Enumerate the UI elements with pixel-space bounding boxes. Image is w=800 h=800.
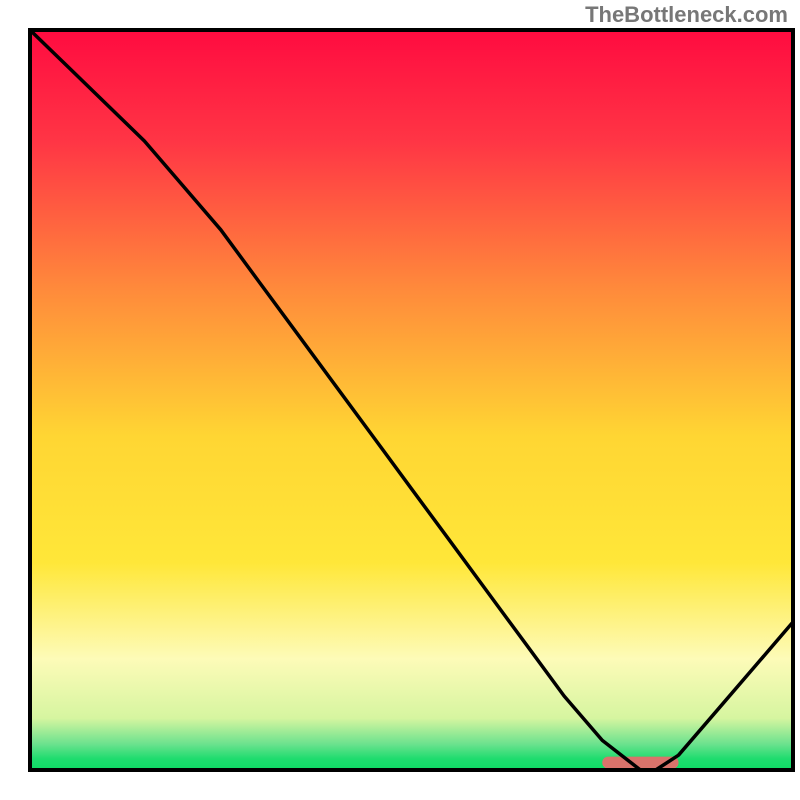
- chart-container: TheBottleneck.com: [0, 0, 800, 800]
- plot-area: [30, 30, 793, 770]
- bottleneck-chart: [0, 0, 800, 800]
- watermark-text: TheBottleneck.com: [585, 2, 788, 28]
